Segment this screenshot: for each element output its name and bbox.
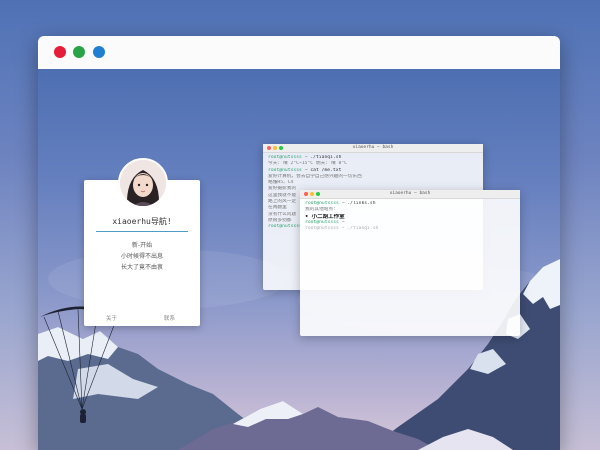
profile-card: xiaoerhu导航! 新-开始 小时候得不出息 长大了竟不由衷 关于 联系 xyxy=(84,158,200,326)
window-titlebar xyxy=(38,36,560,70)
browser-window: xiaoerhu导航! 新-开始 小时候得不出息 长大了竟不由衷 关于 联系 x… xyxy=(38,36,560,450)
terminal-title: xiaoerhu — bash xyxy=(389,191,431,196)
minimize-dot-icon[interactable] xyxy=(73,46,85,58)
close-dot-icon[interactable] xyxy=(54,46,66,58)
terminal-titlebar: xiaoerhu — bash xyxy=(300,190,520,199)
terminal-titlebar: xiaoerhu — bash xyxy=(263,144,483,153)
terminal-output: root@nutssss ~ ./links.sh 我的其他站点: • 小二胡工… xyxy=(305,201,515,232)
maximize-dot-icon[interactable] xyxy=(93,46,105,58)
terminal-line: root@nutssss ~ ./tianqi.sh xyxy=(305,226,379,232)
profile-line: 小时候得不出息 xyxy=(120,253,163,260)
profile-divider xyxy=(96,231,188,232)
terminal-window-2[interactable]: xiaoerhu — bash root@nutssss ~ ./links.s… xyxy=(300,190,520,336)
terminal-title: xiaoerhu — bash xyxy=(352,145,394,150)
profile-line: 长大了竟不由衷 xyxy=(120,264,163,271)
avatar[interactable] xyxy=(118,158,168,208)
profile-title: xiaoerhu导航! xyxy=(112,217,172,226)
about-link[interactable]: 关于 xyxy=(106,314,117,322)
avatar-portrait-icon xyxy=(120,160,166,206)
contact-link[interactable]: 联系 xyxy=(164,314,175,322)
wallpaper-scene: xiaoerhu导航! 新-开始 小时候得不出息 长大了竟不由衷 关于 联系 x… xyxy=(38,69,560,450)
profile-line: 新-开始 xyxy=(131,242,153,249)
